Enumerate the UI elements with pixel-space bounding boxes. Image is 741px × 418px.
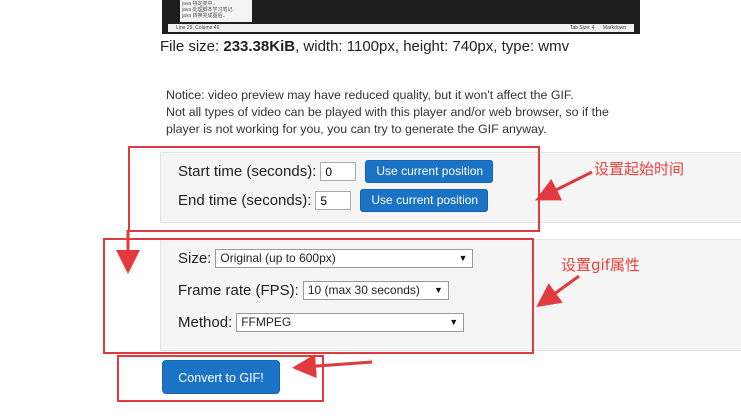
annotation-arrows [116, 170, 593, 379]
red-arrow-icon [535, 170, 593, 201]
red-arrow-icon [292, 354, 373, 379]
red-arrow-icon [536, 274, 580, 308]
